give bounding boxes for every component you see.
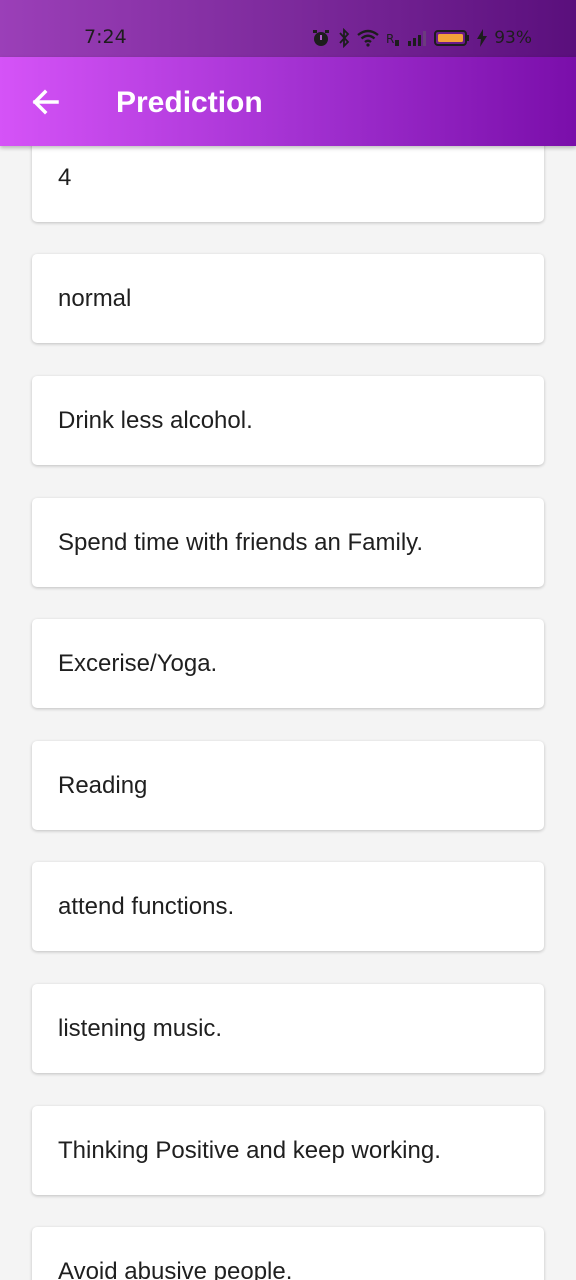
list-item-text: Spend time with friends an Family. [58,529,424,556]
app-bar: Prediction [0,57,576,146]
list-item-text: Thinking Positive and keep working. [58,1137,441,1164]
list-item-text: Avoid abusive people. [58,1258,293,1280]
arrow-left-icon [32,89,59,115]
wifi-icon [357,29,379,47]
charging-icon [477,29,488,47]
list-item: Avoid abusive people. [32,1227,544,1280]
list-item: Excerise/Yoga. [32,619,544,708]
svg-text:R: R [386,32,394,46]
list-item-text: listening music. [58,1015,223,1042]
list-item-text: normal [58,285,132,312]
list-item-text: attend functions. [58,893,235,920]
signal-icon [408,31,427,46]
list-item-text: Drink less alcohol. [58,407,253,434]
bluetooth-icon [339,28,350,48]
status-icons: R 93% [311,26,532,50]
battery-percent: 93% [494,28,532,48]
list-item: Reading [32,741,544,830]
back-button[interactable] [26,82,66,122]
list-item: 4 [32,146,544,222]
list-item-text: Reading [58,772,148,799]
network-icon: R [386,32,400,46]
battery-icon [434,30,470,46]
status-bar: 7:24 R 93% [0,0,576,57]
list-item: Spend time with friends an Family. [32,498,544,587]
list-item: attend functions. [32,862,544,951]
list-item-text: Excerise/Yoga. [58,650,218,677]
list-item: normal [32,254,544,343]
prediction-list[interactable]: 4 normal Drink less alcohol. Spend time … [0,146,576,1280]
list-item: listening music. [32,984,544,1073]
list-item: Thinking Positive and keep working. [32,1106,544,1195]
page-title: Prediction [116,86,263,119]
alarm-icon [313,30,330,46]
list-item: Drink less alcohol. [32,376,544,465]
status-time: 7:24 [84,26,127,48]
list-item-text: 4 [58,164,72,191]
